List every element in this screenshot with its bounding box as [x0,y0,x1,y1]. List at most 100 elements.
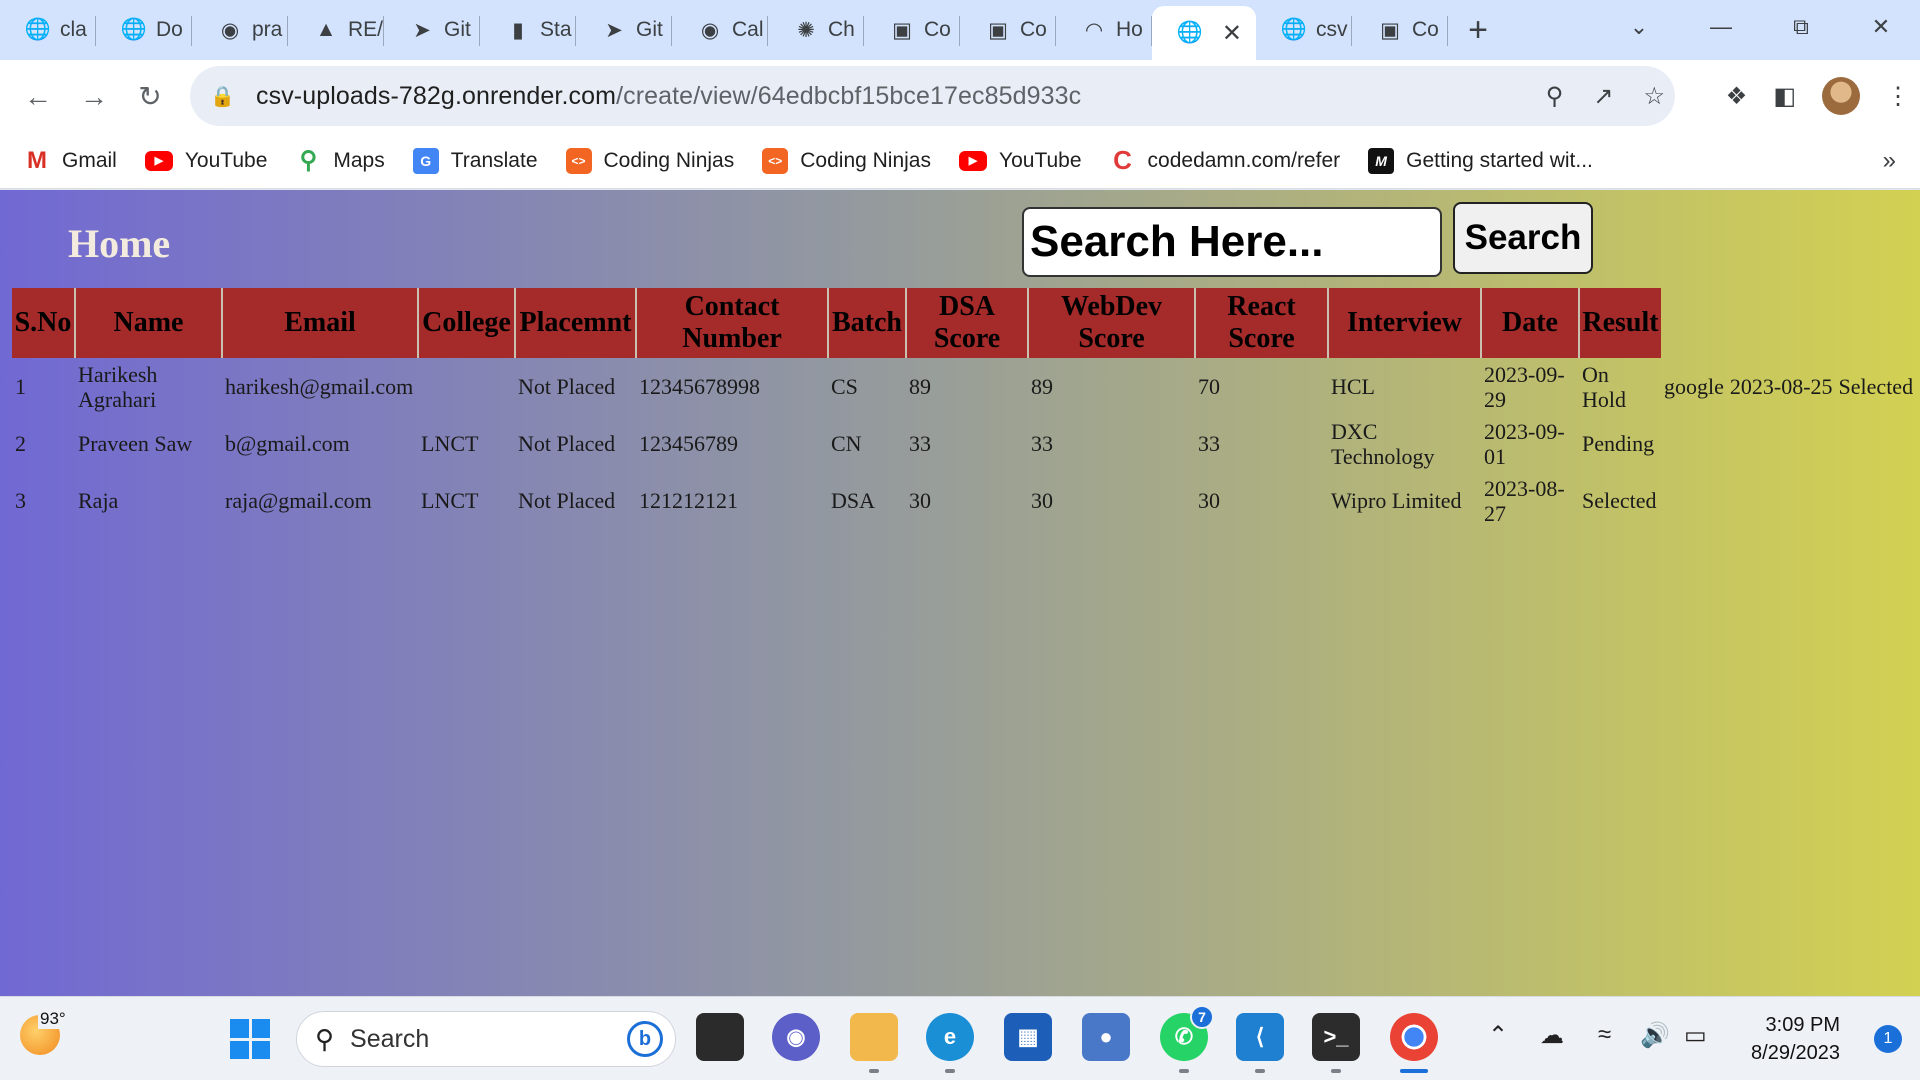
restore-button[interactable]: ⧉ [1762,0,1840,54]
tab[interactable]: 🌐 Do [96,0,192,60]
bookmark-label: Translate [450,148,538,172]
tray-chevron-up-icon[interactable]: ⌃ [1488,1021,1508,1050]
tab[interactable]: 🌐 csv [1256,0,1352,60]
vscode-icon[interactable]: ⟨ [1236,1013,1284,1073]
terminal-icon[interactable]: >_ [1312,1013,1360,1073]
address-bar[interactable]: 🔒 csv-uploads-782g.onrender.com/create/v… [190,66,1675,126]
profile-avatar[interactable] [1822,77,1860,115]
close-window-button[interactable]: ✕ [1842,0,1920,54]
header-date: Date [1480,288,1579,358]
microsoft-store-icon[interactable]: ▦ [1004,1013,1052,1061]
tab[interactable]: ➤ Git [384,0,480,60]
table-cell: 2023-09-29 [1484,361,1565,412]
table-cell: 33 [1198,431,1220,456]
bookmark-label: Coding Ninjas [800,148,931,172]
table-cell: Selected [1582,488,1657,513]
tab[interactable]: ➤ Git [576,0,672,60]
bookmark-item[interactable]: <> Coding Ninjas [762,147,931,174]
bookmark-item[interactable]: <> Coding Ninjas [565,147,734,174]
header-placement: Placemnt [514,288,636,358]
table-body: 1 Harikesh Agrahari harikesh@gmail.com Not … [12,358,1916,529]
tab-active[interactable]: 🌐 ✕ [1152,6,1256,60]
tab[interactable]: ▣ Co [864,0,960,60]
table-cell: DSA [831,488,876,513]
zoom-icon[interactable]: ⚲ [1546,82,1564,111]
menu-kebab-icon[interactable]: ⋮ [1886,82,1910,111]
table-cell: harikesh@gmail.com [225,374,414,399]
medal-app-icon[interactable]: ● [1082,1013,1130,1061]
search-button[interactable]: Search [1453,202,1593,274]
notification-badge[interactable]: 1 [1874,1025,1902,1053]
tab[interactable]: ◉ Cal [672,0,768,60]
url-text[interactable]: csv-uploads-782g.onrender.com/create/vie… [256,82,1081,111]
close-tab-icon[interactable]: ✕ [1222,19,1242,48]
bookmark-label: Maps [333,148,385,172]
table-cell: Selected [1838,374,1914,399]
reload-icon[interactable]: ↻ [122,69,178,125]
clock-time: 3:09 PM [1765,1014,1840,1036]
share-icon: ➤ [413,18,431,42]
home-link[interactable]: Home [68,220,170,267]
chrome-icon[interactable] [1390,1013,1438,1073]
table-cell: Not Placed [518,431,616,456]
tab[interactable]: ▣ Co [960,0,1056,60]
volume-icon[interactable]: 🔊 [1640,1021,1670,1050]
bookmark-item[interactable]: M Gmail [24,147,117,174]
table-cell: Not Placed [518,374,616,399]
tab-label: Co [1412,18,1439,41]
tab[interactable]: ▲ RE/ [288,0,384,60]
table-cell: 2023-08-27 [1484,475,1565,526]
header-result: Result [1578,288,1661,358]
side-panel-icon[interactable]: ◧ [1773,82,1796,111]
teams-chat-icon[interactable]: ◉ [772,1013,820,1061]
table-row: 3 Raja raja@gmail.com LNCT Not Placed 1212121… [12,472,1916,529]
tab-label: RE/ [348,18,384,41]
table-cell: 2023-09-01 [1484,418,1565,469]
tab[interactable]: ✺ Ch [768,0,864,60]
wifi-icon[interactable]: ≈ [1598,1021,1611,1049]
tab[interactable]: ▮ Sta [480,0,576,60]
table-cell: Praveen Saw [78,431,193,456]
taskbar-search-box[interactable]: ⚲ Search b [296,1011,676,1067]
tab[interactable]: 🌐 cla [0,0,96,60]
bookmark-item[interactable]: M Getting started wit... [1368,147,1593,174]
weather-temperature[interactable]: 93° [38,1009,68,1029]
bookmark-star-icon[interactable]: ☆ [1643,82,1665,111]
search-input[interactable] [1022,207,1442,277]
coding-ninjas-icon: ▣ [988,18,1008,42]
battery-icon[interactable]: ▭ [1684,1021,1707,1050]
back-arrow-icon[interactable]: ← [10,69,66,125]
forward-arrow-icon[interactable]: → [66,69,122,125]
task-view-icon[interactable] [696,1013,744,1061]
bookmark-item[interactable]: G Translate [412,147,538,174]
table-cell: 1 [15,374,26,399]
lock-icon[interactable]: 🔒 [210,84,238,109]
table-cell: Wipro Limited [1331,488,1462,513]
bookmarks-overflow-icon[interactable]: » [1883,147,1896,175]
coding-ninjas-icon: ▣ [892,18,912,42]
tab[interactable]: ◉ pra [192,0,288,60]
table-cell: 33 [1031,431,1053,456]
medium-icon: M [1368,147,1395,174]
file-explorer-icon[interactable] [850,1013,898,1073]
system-clock[interactable]: 3:09 PM 8/29/2023 [1751,1011,1840,1067]
share-icon[interactable]: ↗ [1593,82,1613,111]
bookmark-item[interactable]: ⚲ Maps [295,147,385,174]
youtube-icon: ▶ [959,150,987,171]
bookmark-item[interactable]: ▶ YouTube [144,149,267,173]
whatsapp-icon[interactable]: ✆ 7 [1160,1005,1214,1073]
extensions-puzzle-icon[interactable]: ❖ [1726,82,1748,111]
windows-start-icon[interactable] [230,1019,270,1059]
minimize-button[interactable]: — [1682,0,1760,54]
tab[interactable]: ◠ Ho [1056,0,1152,60]
table-header-row: S.No Name Email College Placemnt Contact… [12,288,1916,358]
edge-icon[interactable]: e [926,1013,974,1073]
bookmark-item[interactable]: Ccodedamn.com/refer [1110,145,1340,175]
tab-search-chevron-icon[interactable]: ⌄ [1600,0,1678,54]
bing-icon[interactable]: b [627,1021,663,1057]
tab-label: Sta [540,18,572,41]
onedrive-cloud-icon[interactable]: ☁ [1540,1021,1564,1050]
new-tab-button[interactable]: + [1448,0,1508,60]
bookmark-item[interactable]: ▶ YouTube [959,149,1082,173]
tab[interactable]: ▣ Co [1352,0,1448,60]
